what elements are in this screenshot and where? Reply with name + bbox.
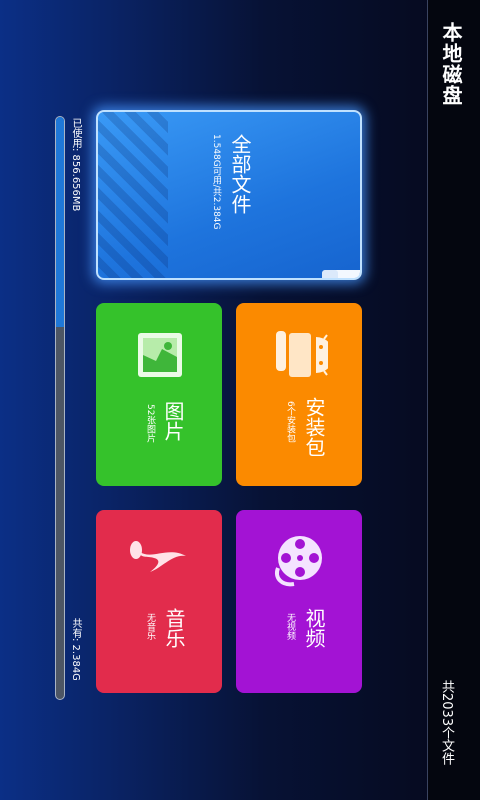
total-files-count: 共2033个文件 [439,680,454,766]
folder-icon [322,270,360,278]
video-title: 视频 [302,608,326,648]
all-files-capacity: 1.548G可用/共2.384G [211,134,221,230]
image-icon [138,333,182,377]
apk-tile[interactable]: 安装包 6个安装包 [236,303,362,486]
music-title: 音乐 [162,608,186,648]
storage-usage-fill [56,117,64,327]
film-reel-icon [275,536,322,587]
page-title: 本地磁盘 [439,22,463,106]
storage-used-label: 已使用: 856.656MB [70,118,81,212]
pictures-tile[interactable]: 图片 52张图片 [96,303,222,486]
apk-count: 6个安装包 [285,401,295,443]
video-tile[interactable]: 视频 无视频 [236,510,362,693]
apk-title: 安装包 [302,397,326,457]
storage-usage-bar [55,116,65,700]
all-files-tile[interactable]: 全部文件 1.548G可用/共2.384G [96,110,362,280]
music-note-icon [130,541,186,572]
storage-total-label: 共有: 2.384G [70,618,81,681]
android-icon [276,331,328,377]
all-files-title: 全部文件 [228,134,252,214]
video-status: 无视频 [285,613,295,640]
music-status: 无音乐 [145,613,155,640]
pictures-title: 图片 [161,401,185,441]
tile-stripes [98,112,168,278]
pictures-count: 52张图片 [145,404,155,443]
music-tile[interactable]: 音乐 无音乐 [96,510,222,693]
